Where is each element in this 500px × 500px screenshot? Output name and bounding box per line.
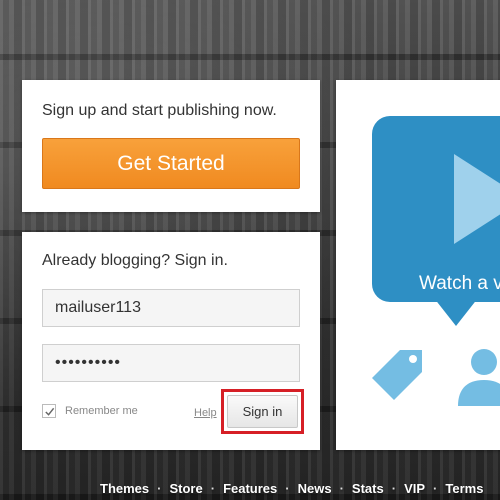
footer-link-store[interactable]: Store	[169, 481, 202, 496]
signin-button[interactable]: Sign in	[227, 395, 298, 428]
footer-separator: ·	[339, 481, 344, 496]
speech-bubble-tail	[434, 298, 478, 326]
footer-link-themes[interactable]: Themes	[100, 481, 149, 496]
footer-separator: ·	[285, 481, 290, 496]
footer-link-news[interactable]: News	[298, 481, 332, 496]
password-field[interactable]	[42, 344, 300, 382]
signup-prompt: Sign up and start publishing now.	[42, 102, 277, 119]
play-icon[interactable]	[454, 154, 500, 244]
signup-card: Sign up and start publishing now. Get St…	[22, 80, 320, 212]
footer-separator: ·	[210, 481, 216, 496]
help-link[interactable]: Help	[194, 407, 217, 419]
signin-highlight-box: Sign in	[221, 389, 304, 434]
get-started-button[interactable]: Get Started	[42, 138, 300, 189]
footer-link-terms[interactable]: Terms	[445, 481, 483, 496]
footer-link-stats[interactable]: Stats	[352, 481, 384, 496]
checkmark-icon	[44, 407, 54, 416]
footer-link-vip[interactable]: VIP	[404, 481, 425, 496]
footer-separator: ·	[157, 481, 162, 496]
remember-me-checkbox[interactable]	[42, 404, 56, 418]
username-field[interactable]	[42, 289, 300, 327]
person-icon	[458, 349, 500, 406]
remember-me-label: Remember me	[65, 405, 138, 417]
footer-separator: ·	[433, 481, 438, 496]
footer-separator: ·	[391, 481, 397, 496]
signin-title: Already blogging? Sign in.	[42, 252, 228, 269]
video-card[interactable]: Watch a v	[336, 80, 500, 450]
video-speech-bubble[interactable]: Watch a v	[372, 116, 500, 302]
footer-link-features[interactable]: Features	[223, 481, 277, 496]
tag-icon	[372, 350, 422, 400]
watch-video-label: Watch a v	[419, 273, 500, 294]
remember-me: Remember me	[42, 404, 138, 418]
signin-card: Already blogging? Sign in. Remember me H…	[22, 232, 320, 450]
footer-nav: Themes · Store · Features · News · Stats…	[100, 481, 483, 496]
